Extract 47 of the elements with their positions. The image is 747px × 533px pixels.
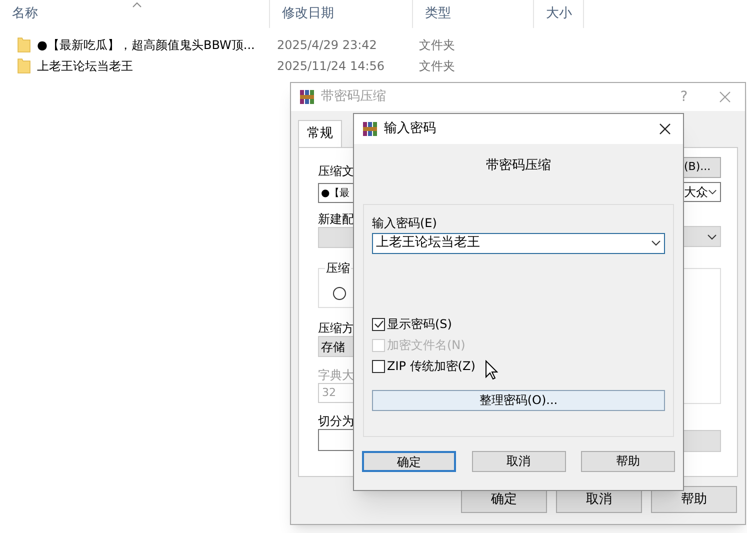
field-label: 字典大 bbox=[318, 367, 354, 383]
file-type: 文件夹 bbox=[418, 36, 456, 54]
chevron-down-icon bbox=[651, 240, 661, 246]
field-label: 压缩文 bbox=[318, 163, 354, 179]
dialog-heading: 带密码压缩 bbox=[485, 157, 552, 175]
field-label: 切分为 bbox=[318, 413, 354, 429]
tab[interactable]: 常规 bbox=[298, 120, 342, 147]
close-icon[interactable] bbox=[659, 123, 671, 135]
window-title: 带密码压缩 bbox=[321, 88, 387, 106]
field-label: 压缩方 bbox=[318, 320, 354, 336]
mouse-cursor-icon bbox=[485, 360, 498, 380]
checkbox-label: 显示密码(S) bbox=[387, 316, 452, 333]
dialog-button[interactable]: 帮助 bbox=[581, 450, 675, 472]
column-header[interactable]: 大小 bbox=[544, 4, 572, 24]
window-title: 输入密码 bbox=[384, 120, 437, 138]
folder-icon bbox=[17, 58, 31, 74]
checkmark-icon bbox=[374, 320, 384, 328]
checkbox-label: 加密文件名(N) bbox=[387, 337, 466, 354]
method-field[interactable]: 存储 bbox=[318, 336, 354, 357]
dialog-button[interactable]: 帮助 bbox=[651, 486, 737, 513]
field-label: 新建配 bbox=[318, 211, 354, 227]
file-name[interactable]: ●【最新吃瓜】，超高颜值鬼头BBW顶... bbox=[37, 36, 255, 54]
profile-field[interactable] bbox=[318, 227, 354, 248]
folder-icon bbox=[17, 36, 31, 52]
file-type: 文件夹 bbox=[418, 58, 456, 74]
organize-passwords-button[interactable]: 整理密码(O)... bbox=[372, 390, 665, 410]
chevron-down-icon bbox=[708, 189, 717, 195]
checkbox[interactable] bbox=[372, 318, 385, 330]
file-name[interactable]: 上老王论坛当老王 bbox=[37, 56, 133, 74]
radio-button[interactable] bbox=[333, 287, 346, 300]
chevron-down-icon bbox=[707, 234, 717, 240]
modified-date: 2025/11/24 14:56 bbox=[276, 58, 386, 74]
modified-date: 2025/4/29 23:42 bbox=[276, 36, 378, 54]
books-icon bbox=[299, 89, 315, 105]
dialog-button[interactable]: 取消 bbox=[472, 450, 566, 472]
column-header[interactable]: 类型 bbox=[423, 4, 451, 24]
column-header[interactable]: 修改日期 bbox=[280, 4, 334, 24]
password-field[interactable]: 上老王论坛当老王 bbox=[372, 232, 665, 254]
split-field[interactable] bbox=[318, 429, 354, 451]
checkbox-label: ZIP 传统加密(Z) bbox=[387, 358, 476, 375]
group-label: 压缩 bbox=[325, 260, 351, 276]
checkbox[interactable] bbox=[372, 360, 385, 372]
browse-button[interactable]: (B)... bbox=[684, 157, 721, 178]
password-label: 输入密码(E) bbox=[372, 214, 438, 230]
books-icon bbox=[362, 121, 378, 137]
dialog-button[interactable]: 确定 bbox=[362, 450, 456, 472]
column-header[interactable]: 名称 bbox=[10, 4, 38, 24]
